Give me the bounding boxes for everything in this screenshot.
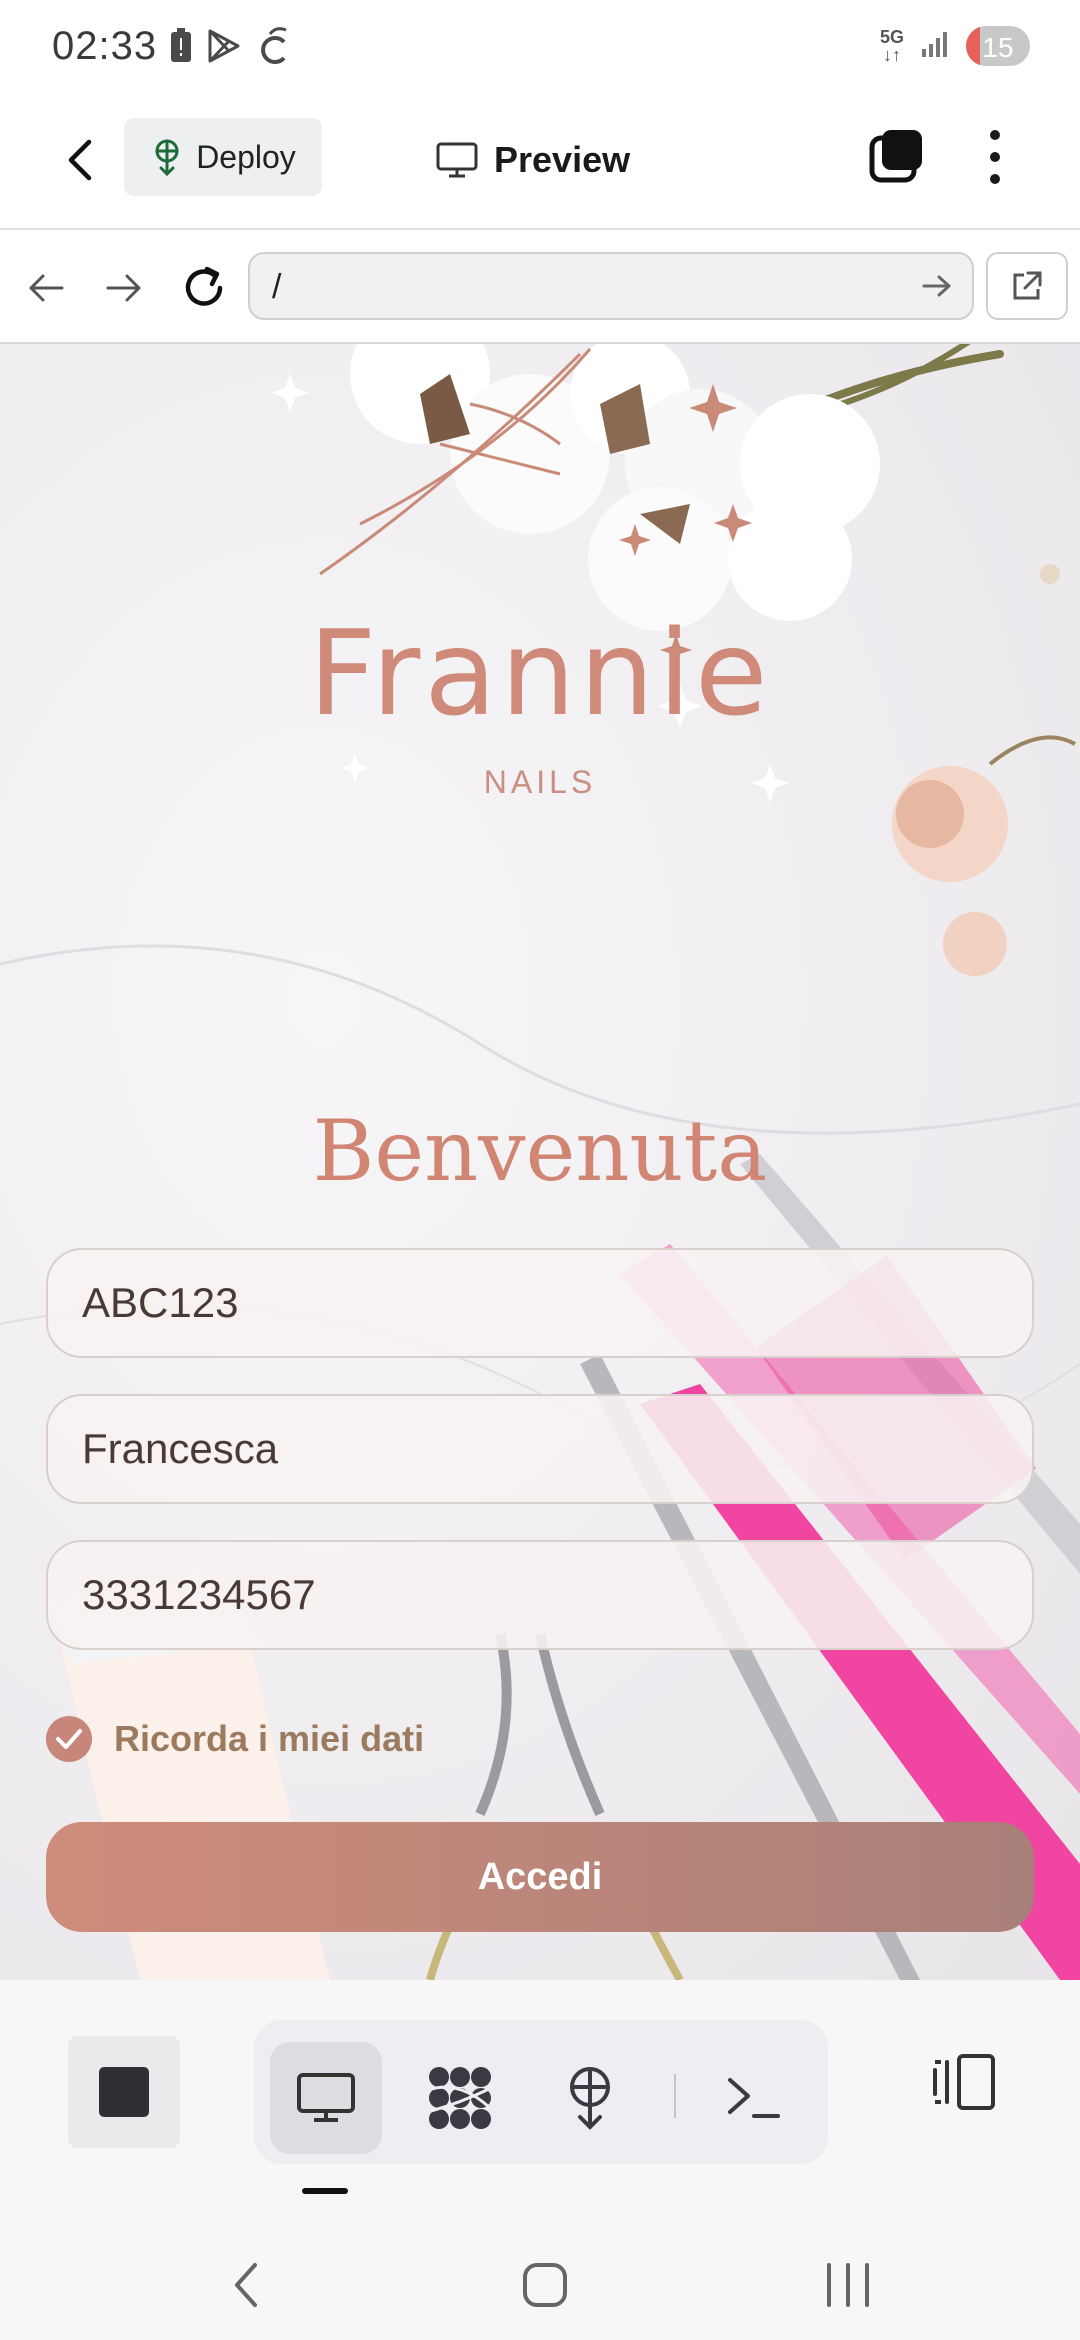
cotton-flowers — [350, 344, 880, 631]
preview-title: Preview — [436, 130, 630, 190]
url-text: / — [272, 268, 282, 306]
system-navigation — [0, 2230, 1080, 2340]
preview-tab[interactable] — [270, 2042, 382, 2154]
url-input[interactable]: / — [248, 252, 974, 320]
go-arrow-icon[interactable] — [922, 272, 952, 305]
split-view-button[interactable] — [918, 2036, 1010, 2128]
brand-logo: Frannie NAILS — [0, 604, 1080, 801]
play-store-icon — [206, 28, 242, 69]
view-switcher — [254, 2020, 828, 2164]
deploy-label: Deploy — [196, 138, 296, 175]
terminal-tab[interactable] — [698, 2042, 810, 2154]
active-tab-indicator — [302, 2188, 348, 2194]
deploy-icon — [570, 2067, 610, 2130]
reload-button[interactable] — [176, 260, 232, 316]
check-icon — [56, 1729, 82, 1749]
phone-field[interactable] — [46, 1540, 1034, 1650]
remember-me-toggle[interactable]: Ricorda i miei dati — [46, 1714, 424, 1764]
more-options-icon[interactable] — [980, 124, 1010, 190]
notification-icons — [170, 26, 292, 71]
monitor-icon — [297, 2073, 355, 2122]
brand-subtitle: NAILS — [483, 764, 597, 800]
chevron-left-icon — [235, 2263, 257, 2307]
brand-name: Frannie — [308, 604, 772, 742]
split-view-icon — [933, 2054, 995, 2110]
page-title: Preview — [494, 139, 631, 180]
browser-back-button[interactable] — [18, 260, 74, 316]
tabs-switcher-icon[interactable] — [868, 128, 924, 184]
back-button[interactable] — [50, 130, 110, 190]
stop-button[interactable] — [68, 2036, 180, 2148]
network-type: 5G ↓↑ — [879, 27, 904, 65]
app-header: Deploy Preview — [0, 100, 1080, 230]
terminal-icon — [728, 2078, 780, 2118]
name-field[interactable] — [46, 1394, 1034, 1504]
deploy-tab[interactable] — [534, 2042, 646, 2154]
monitor-icon — [436, 142, 478, 178]
remember-label: Ricorda i miei dati — [114, 1718, 425, 1759]
recents-icon — [827, 2263, 869, 2307]
packages-icon — [429, 2067, 491, 2129]
browser-bar: / — [0, 232, 1080, 344]
browser-forward-button[interactable] — [96, 260, 152, 316]
battery-icon: 15 — [966, 26, 1030, 66]
packages-tab[interactable] — [404, 2042, 516, 2154]
system-icons: 5G ↓↑ 15 — [880, 26, 1030, 66]
remember-checkbox[interactable] — [46, 1716, 92, 1762]
app-c-icon — [256, 26, 292, 71]
web-preview: Frannie NAILS Benvenuta Ricorda i miei d… — [0, 344, 1080, 1980]
deploy-button[interactable]: Deploy — [124, 118, 322, 196]
bottom-toolbar — [0, 1980, 1080, 2230]
code-input[interactable] — [82, 1250, 982, 1356]
name-input[interactable] — [82, 1396, 982, 1502]
phone-input[interactable] — [82, 1542, 982, 1648]
chevron-left-icon — [68, 139, 92, 181]
open-external-button[interactable] — [986, 252, 1068, 320]
system-back-button[interactable] — [206, 2250, 286, 2320]
status-time: 02:33 — [52, 24, 158, 68]
battery-alert-icon — [170, 28, 192, 69]
login-button[interactable]: Accedi — [46, 1822, 1034, 1932]
stop-icon — [99, 2067, 149, 2117]
system-home-button[interactable] — [505, 2250, 585, 2320]
deploy-icon — [155, 139, 179, 176]
home-icon — [523, 2263, 567, 2307]
signal-icon — [920, 29, 950, 64]
welcome-heading: Benvenuta — [312, 1102, 768, 1200]
system-recents-button[interactable] — [808, 2250, 888, 2320]
code-field[interactable] — [46, 1248, 1034, 1358]
status-bar: 02:33 5G ↓↑ 15 — [0, 0, 1080, 100]
arrow-right-icon — [106, 274, 141, 302]
external-link-icon — [1013, 271, 1042, 300]
arrow-left-icon — [29, 274, 64, 302]
toolbar-divider — [674, 2074, 676, 2118]
reload-icon — [185, 266, 223, 306]
